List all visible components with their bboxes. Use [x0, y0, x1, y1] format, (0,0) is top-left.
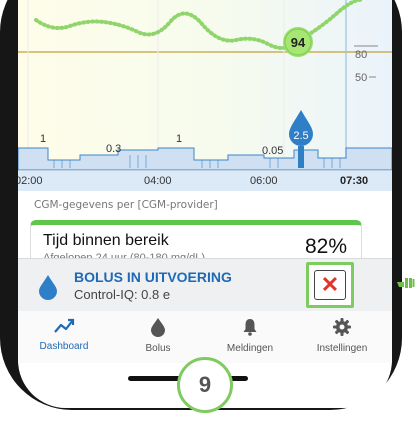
- insulin-drop-icon: [39, 275, 57, 300]
- nav-item-instellingen[interactable]: Instellingen: [302, 317, 382, 354]
- insulin-label: 1: [40, 133, 46, 145]
- y-tick-50: 50: [355, 72, 367, 84]
- chart-trend-icon: [54, 318, 75, 333]
- insulin-label: 0.3: [106, 143, 121, 155]
- tir-value: 82%: [304, 235, 347, 258]
- time-label: 06:00: [250, 175, 278, 187]
- nav-label: Bolus: [145, 343, 171, 354]
- gear-icon: [333, 318, 351, 336]
- drop-icon: [151, 318, 165, 337]
- bolus-status-title: BOLUS IN UITVOERING: [74, 269, 232, 285]
- cancel-bolus-button[interactable]: ✕: [314, 270, 346, 300]
- close-icon: ✕: [320, 272, 340, 297]
- bottom-navigation: Dashboard Bolus Meldingen Instellingen: [18, 311, 392, 363]
- time-label: 02:00: [18, 175, 43, 187]
- nav-item-meldingen[interactable]: Meldingen: [210, 317, 290, 354]
- glucose-trace: [34, 0, 365, 50]
- nav-label: Instellingen: [316, 343, 368, 354]
- nav-item-bolus[interactable]: Bolus: [118, 317, 198, 354]
- app-screen: 94 80 50 1 0.3 1 0.05 2.5 02:00 04:00 06…: [18, 0, 392, 408]
- glucose-badge: 94: [283, 27, 313, 57]
- tir-title: Tijd binnen bereik: [43, 232, 169, 249]
- cgm-source-text: CGM-gegevens per [CGM-provider]: [34, 199, 218, 211]
- nav-label: Dashboard: [39, 341, 89, 352]
- bolus-marker-value: 2.5: [293, 130, 308, 142]
- time-axis: 02:00 04:00 06:00 07:30: [18, 170, 392, 191]
- nav-label: Meldingen: [226, 343, 274, 354]
- bolus-in-progress-banner: BOLUS IN UITVOERING Control-IQ: 0.8 e ✕: [18, 258, 392, 312]
- current-time-label: 07:30: [340, 175, 369, 187]
- phone-frame: 94 80 50 1 0.3 1 0.05 2.5 02:00 04:00 06…: [0, 0, 402, 410]
- bell-icon: [243, 319, 257, 336]
- insulin-label: 0.05: [262, 145, 283, 157]
- glucose-chart: 94 80 50 1 0.3 1 0.05 2.5 02:00 04:00 06…: [18, 0, 392, 191]
- y-tick-80: 80: [355, 49, 367, 61]
- cancel-bolus-highlight: ✕: [306, 262, 354, 308]
- hand-pointer-icon: [397, 278, 415, 288]
- nav-item-dashboard[interactable]: Dashboard: [24, 317, 104, 352]
- time-label: 04:00: [144, 175, 172, 187]
- step-number-badge: 9: [177, 357, 233, 413]
- bolus-status-detail: Control-IQ: 0.8 e: [74, 287, 171, 302]
- chart-canvas: 94 80 50 1 0.3 1 0.05 2.5: [18, 0, 392, 170]
- glucose-value: 94: [291, 35, 306, 50]
- basal-delivery: [18, 147, 392, 170]
- insulin-label: 1: [176, 133, 182, 145]
